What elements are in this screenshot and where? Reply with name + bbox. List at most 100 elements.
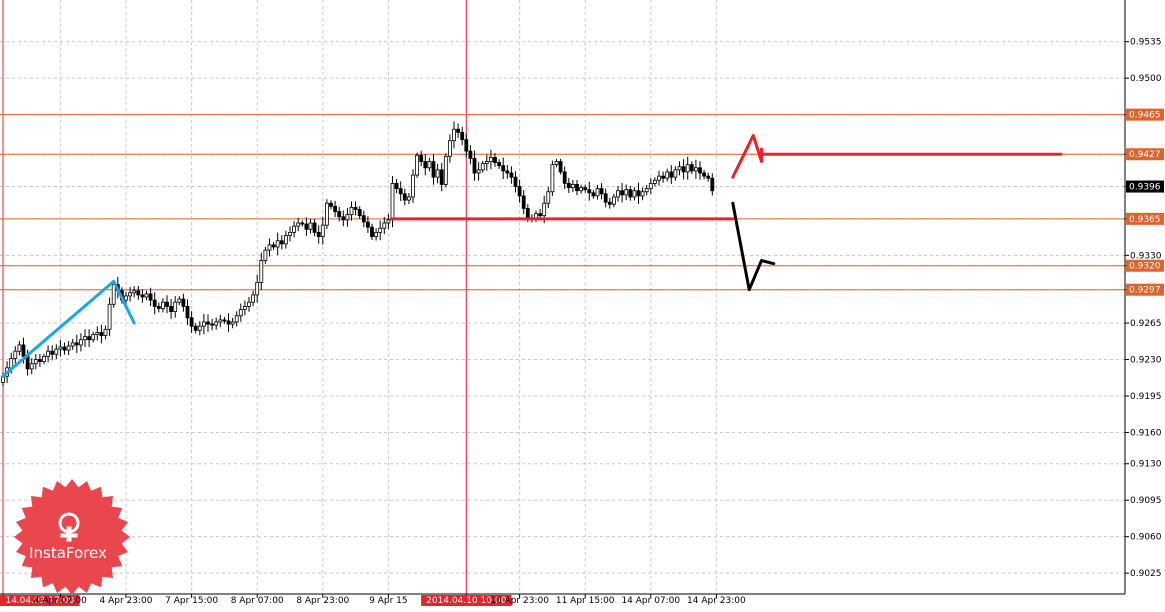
candle-body: [595, 188, 600, 197]
candle-body: [447, 140, 452, 157]
y-tick-label: 0.9265: [1130, 319, 1162, 329]
candle-body: [427, 161, 432, 169]
candle-body: [525, 208, 530, 219]
candle-body: [177, 298, 182, 303]
candle-body: [599, 188, 604, 195]
candle-body: [103, 328, 108, 336]
candle-body: [484, 161, 489, 165]
y-tick-label: 0.9160: [1130, 428, 1162, 438]
x-tick-label: 4 Apr 07:00: [34, 596, 87, 606]
candle-body: [226, 320, 231, 325]
candle-body: [267, 244, 272, 251]
candle-body: [698, 167, 702, 174]
drawn-segment: [731, 133, 763, 179]
candle-body: [476, 169, 481, 174]
candle-body: [185, 305, 190, 319]
candle-body: [46, 350, 50, 357]
candle-body: [165, 301, 169, 307]
candle-body: [382, 222, 387, 229]
candle-body: [411, 174, 415, 198]
candle-body: [201, 321, 206, 327]
candle-body: [439, 169, 444, 185]
candle-body: [402, 193, 407, 201]
candle-body: [169, 305, 174, 312]
candle-body: [521, 195, 526, 209]
candle-body: [33, 359, 38, 365]
candle-body: [349, 206, 354, 216]
candle-body: [29, 363, 34, 370]
x-tick-label: 10 Apr 23:00: [490, 596, 549, 606]
candle-body: [210, 323, 215, 326]
candle-body: [50, 350, 55, 355]
candle-body: [562, 171, 567, 184]
candle-body: [406, 196, 411, 201]
candle-body: [288, 231, 292, 236]
candle-body: [156, 305, 161, 309]
price-level-label: 0.9465: [1129, 111, 1161, 121]
candle-body: [673, 169, 678, 178]
instaforex-logo: InstaForex: [14, 479, 130, 595]
x-tick-label: 7 Apr 15:00: [165, 596, 218, 606]
price-level-label: 0.9365: [1129, 215, 1161, 225]
price-chart[interactable]: 0.95350.95000.93300.92650.92300.91950.91…: [0, 0, 1165, 612]
candle-body: [341, 216, 346, 221]
candle-body: [70, 342, 75, 347]
candle-body: [308, 222, 313, 230]
candle-body: [173, 301, 178, 312]
candle-body: [353, 206, 358, 210]
candle-body: [628, 189, 633, 198]
drawn-annotations: [1, 133, 1063, 378]
candle-body: [571, 184, 575, 188]
candle-body: [702, 172, 706, 177]
candle-body: [468, 150, 473, 159]
candle-body: [648, 183, 653, 190]
candle-body: [370, 226, 374, 237]
x-tick-label: 9 Apr 15: [369, 596, 407, 606]
candle-body: [653, 179, 657, 184]
candle-body: [87, 336, 91, 341]
candle-body: [62, 346, 67, 351]
candle-body: [583, 187, 588, 191]
candle-body: [612, 196, 616, 205]
candle-body: [616, 190, 620, 198]
candle-body: [140, 294, 145, 298]
candle-body: [91, 334, 96, 341]
candle-body: [509, 172, 514, 178]
candle-body: [677, 166, 682, 171]
candle-body: [538, 213, 542, 217]
candle-body: [681, 166, 686, 173]
candle-body: [222, 319, 227, 322]
candle-body: [497, 162, 502, 167]
candle-body: [300, 222, 305, 225]
candle-body: [214, 321, 219, 326]
candle-body: [415, 154, 420, 176]
time-axis: 14.04.03 17:004 Apr 07:00 4 Apr 23:00 7 Ap…: [0, 593, 1125, 606]
candle-body: [111, 284, 116, 305]
candle-body: [197, 325, 202, 331]
candle-body: [79, 339, 83, 346]
candle-body: [644, 188, 649, 193]
candle-body: [124, 295, 128, 301]
candle-body: [136, 290, 141, 296]
candle-body: [230, 321, 235, 325]
chart-grid: [0, 0, 1125, 594]
candle-body: [558, 161, 563, 173]
candle-body: [251, 294, 256, 303]
x-tick-label: 4 Apr 23:00: [100, 596, 153, 606]
candle-body: [263, 249, 268, 261]
price-levels: [0, 114, 1125, 291]
candle-body: [624, 189, 629, 196]
candle-body: [206, 321, 210, 325]
candle-body: [488, 156, 493, 162]
candle-body: [247, 301, 251, 307]
candle-body: [386, 219, 391, 224]
candle-body: [452, 128, 456, 142]
candle-body: [443, 155, 448, 185]
y-tick-label: 0.9195: [1130, 392, 1162, 402]
candle-body: [546, 191, 551, 204]
candle-body: [189, 317, 194, 327]
candle-body: [566, 183, 571, 188]
candle-body: [324, 202, 329, 226]
candle-body: [542, 202, 547, 217]
candle-body: [13, 350, 18, 359]
